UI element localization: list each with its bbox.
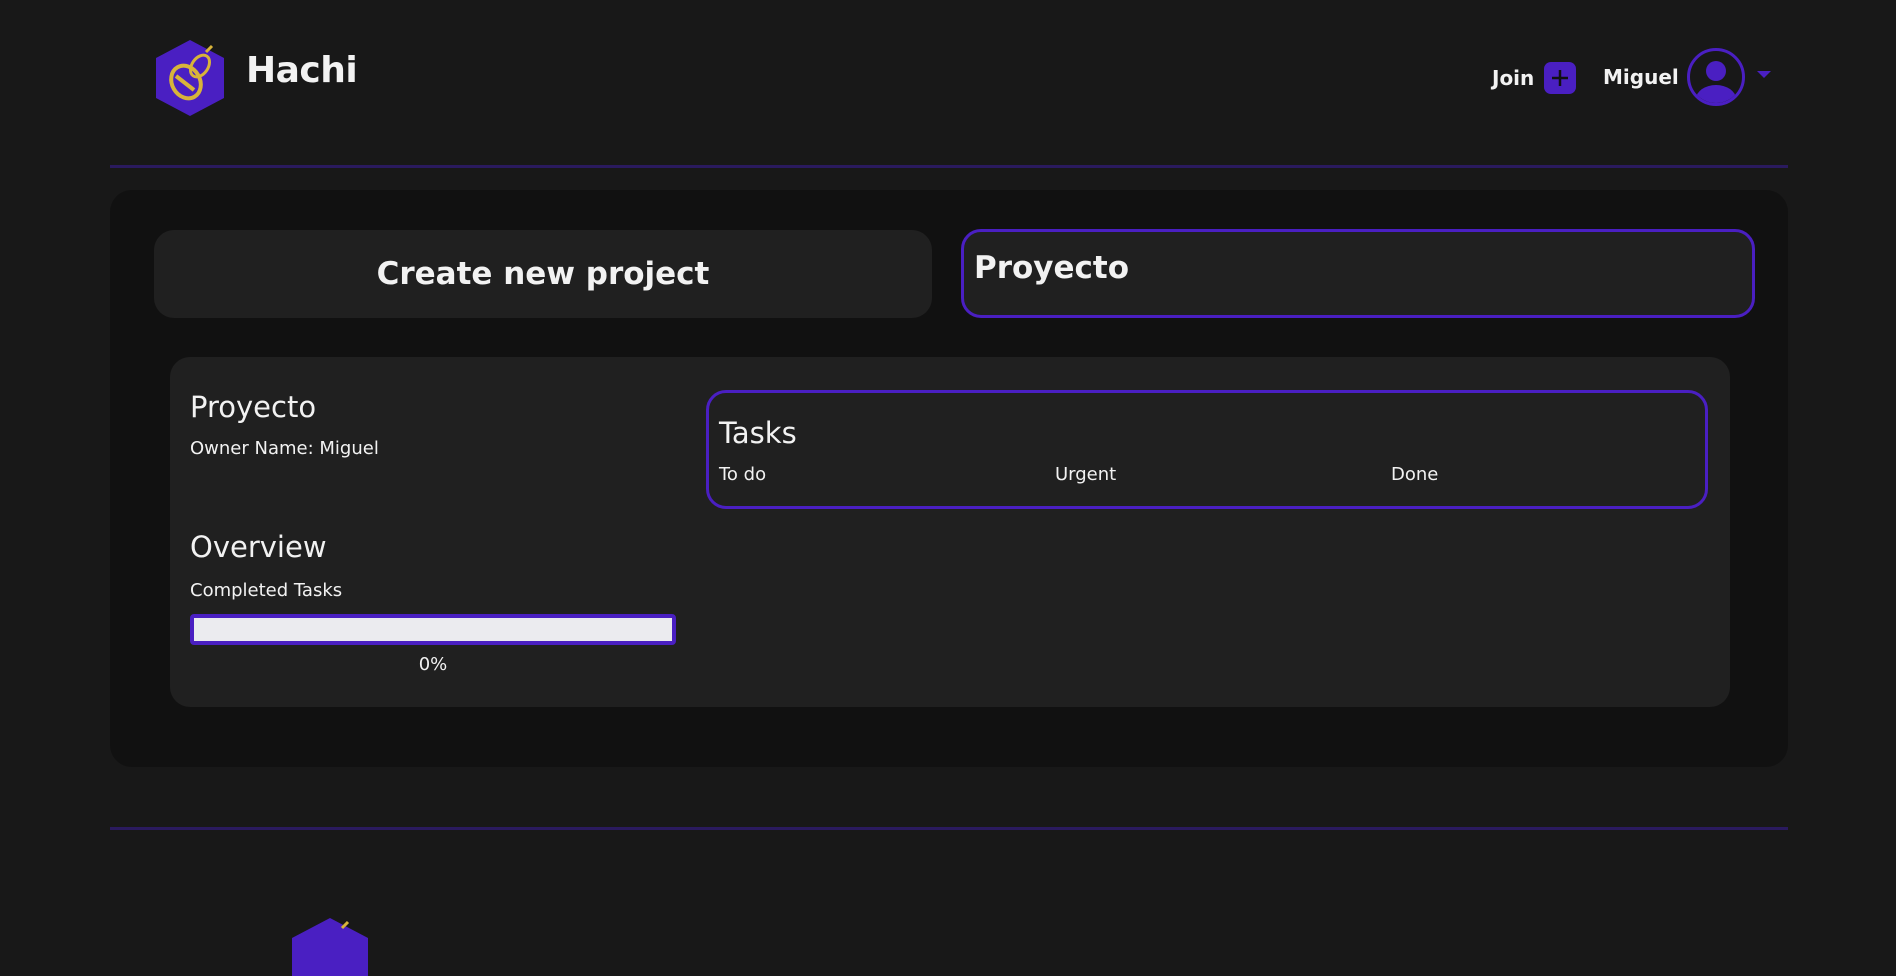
project-title: Proyecto bbox=[190, 390, 317, 424]
tasks-panel bbox=[706, 390, 1708, 509]
join-button[interactable]: Join bbox=[1492, 62, 1577, 94]
progress-percent: 0% bbox=[418, 654, 448, 675]
plus-icon bbox=[1544, 62, 1577, 94]
brand-name[interactable]: Hachi bbox=[246, 50, 358, 91]
bee-hexagon-logo-icon[interactable] bbox=[154, 38, 226, 118]
tasks-column-done[interactable]: Done bbox=[1391, 464, 1438, 485]
header-divider bbox=[110, 165, 1788, 168]
user-name: Miguel bbox=[1603, 65, 1679, 89]
completed-tasks-label: Completed Tasks bbox=[190, 580, 343, 601]
tasks-title: Tasks bbox=[719, 416, 797, 450]
completed-tasks-progress-bar bbox=[190, 614, 676, 645]
create-project-button[interactable]: Create new project bbox=[154, 230, 932, 318]
user-avatar-icon bbox=[1686, 48, 1745, 106]
project-tab-selected[interactable]: Proyecto bbox=[961, 229, 1755, 318]
tasks-column-urgent[interactable]: Urgent bbox=[1055, 464, 1116, 485]
overview-title: Overview bbox=[190, 530, 327, 564]
footer-divider bbox=[110, 827, 1788, 830]
tasks-column-todo[interactable]: To do bbox=[719, 464, 766, 485]
join-label: Join bbox=[1492, 66, 1535, 90]
header: Hachi Join Miguel bbox=[0, 0, 1896, 160]
user-menu[interactable]: Miguel bbox=[1603, 48, 1771, 106]
owner-name: Owner Name: Miguel bbox=[190, 438, 379, 459]
footer-bee-hexagon-logo-icon bbox=[292, 918, 368, 976]
caret-down-icon bbox=[1756, 70, 1771, 78]
